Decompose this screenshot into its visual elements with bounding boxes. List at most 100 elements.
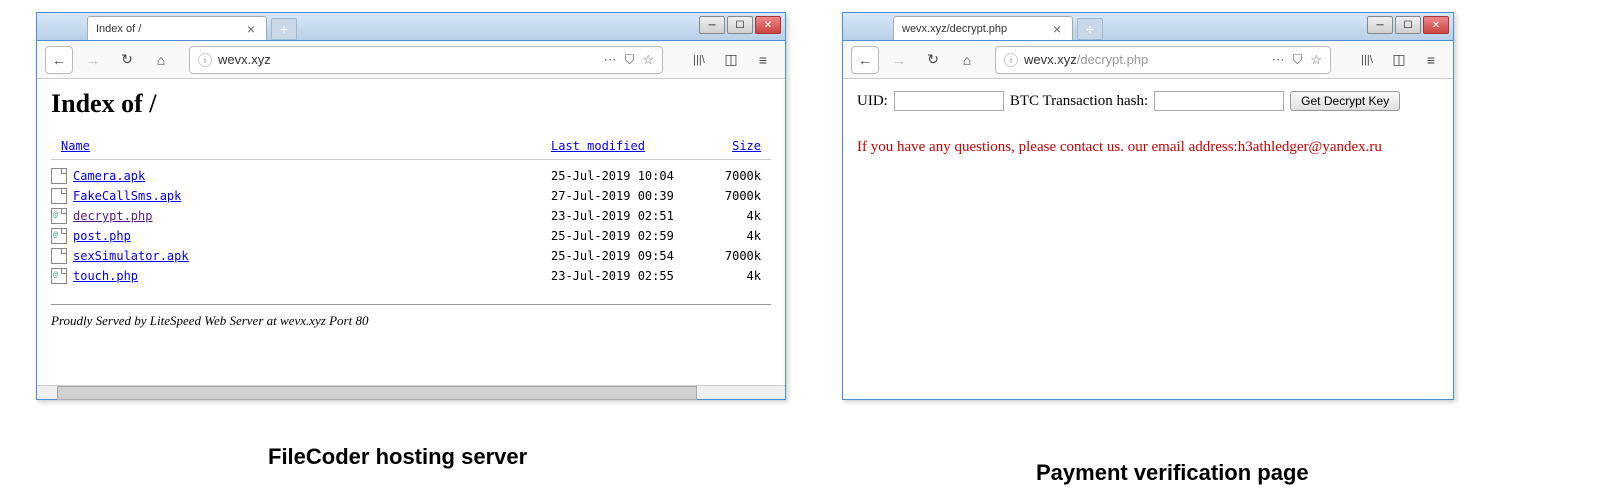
titlebar: wevx.xyz/decrypt.php × + ─ ☐ ✕ [843, 13, 1453, 41]
file-modified: 27-Jul-2019 00:39 [551, 189, 701, 203]
file-modified: 25-Jul-2019 09:54 [551, 249, 701, 263]
minimize-button[interactable]: ─ [1367, 16, 1393, 34]
file-size: 7000k [701, 249, 761, 263]
close-tab-icon[interactable]: × [244, 22, 258, 36]
file-link[interactable]: Camera.apk [73, 169, 145, 183]
directory-header: Name Last modified Size [51, 129, 771, 160]
file-size: 7000k [701, 189, 761, 203]
server-footer: Proudly Served by LiteSpeed Web Server a… [51, 313, 771, 329]
get-decrypt-key-button[interactable]: Get Decrypt Key [1290, 91, 1400, 111]
sort-name-link[interactable]: Name [61, 139, 90, 153]
close-window-button[interactable]: ✕ [1423, 16, 1449, 34]
titlebar: Index of / × + ─ ☐ ✕ [37, 13, 785, 41]
url-text: wevx.xyz [218, 52, 604, 67]
file-icon [51, 188, 67, 204]
new-tab-button[interactable]: + [271, 18, 297, 40]
tab-title: wevx.xyz/decrypt.php [902, 23, 1050, 35]
file-link[interactable]: post.php [73, 229, 131, 243]
site-info-icon[interactable]: i [198, 53, 212, 67]
btc-hash-input[interactable] [1154, 91, 1284, 111]
bookmark-icon[interactable]: ☆ [642, 52, 654, 68]
divider [51, 304, 771, 305]
url-text: wevx.xyz/decrypt.php [1024, 52, 1272, 67]
table-row: sexSimulator.apk 25-Jul-2019 09:547000k [51, 246, 761, 266]
library-icon[interactable]: |||\ [685, 46, 713, 74]
url-actions: ⋯ ⛉ ☆ [604, 52, 654, 68]
maximize-button[interactable]: ☐ [1395, 16, 1421, 34]
browser-toolbar: ← → ↻ ⌂ i wevx.xyz/decrypt.php ⋯ ⛉ ☆ |||… [843, 41, 1453, 79]
forward-button[interactable]: → [885, 46, 913, 74]
file-icon [51, 168, 67, 184]
page-heading: Index of / [51, 89, 771, 119]
browser-tab[interactable]: wevx.xyz/decrypt.php × [893, 16, 1073, 40]
file-icon [51, 248, 67, 264]
contact-message: If you have any questions, please contac… [857, 139, 1439, 156]
browser-tab[interactable]: Index of / × [87, 16, 267, 40]
back-button[interactable]: ← [45, 46, 73, 74]
caption-left: FileCoder hosting server [268, 444, 527, 470]
directory-listing: Camera.apk25-Jul-2019 10:047000kFakeCall… [51, 160, 771, 296]
menu-icon[interactable]: ≡ [1417, 46, 1445, 74]
file-size: 4k [701, 269, 761, 283]
sidebar-icon[interactable]: ◫ [717, 46, 745, 74]
reload-button[interactable]: ↻ [919, 46, 947, 74]
url-bar[interactable]: i wevx.xyz/decrypt.php ⋯ ⛉ ☆ [995, 46, 1331, 74]
window-controls: ─ ☐ ✕ [699, 16, 781, 34]
browser-toolbar: ← → ↻ ⌂ i wevx.xyz ⋯ ⛉ ☆ |||\ ◫ ≡ [37, 41, 785, 79]
home-button[interactable]: ⌂ [953, 46, 981, 74]
minimize-button[interactable]: ─ [699, 16, 725, 34]
uid-label: UID: [857, 93, 888, 110]
table-row: post.php 25-Jul-2019 02:594k [51, 226, 761, 246]
sort-modified-link[interactable]: Last modified [551, 139, 645, 153]
back-button[interactable]: ← [851, 46, 879, 74]
reader-icon[interactable]: ⛉ [1293, 52, 1303, 68]
page-actions-icon[interactable]: ⋯ [1272, 52, 1285, 68]
close-window-button[interactable]: ✕ [755, 16, 781, 34]
table-row: FakeCallSms.apk 27-Jul-2019 00:397000k [51, 186, 761, 206]
file-link[interactable]: sexSimulator.apk [73, 249, 189, 263]
file-icon [51, 268, 67, 284]
close-tab-icon[interactable]: × [1050, 22, 1064, 36]
file-link[interactable]: FakeCallSms.apk [73, 189, 181, 203]
home-button[interactable]: ⌂ [147, 46, 175, 74]
site-info-icon[interactable]: i [1004, 53, 1018, 67]
maximize-button[interactable]: ☐ [727, 16, 753, 34]
file-icon [51, 228, 67, 244]
file-size: 7000k [701, 169, 761, 183]
page-content: UID: BTC Transaction hash: Get Decrypt K… [843, 79, 1453, 385]
file-modified: 23-Jul-2019 02:51 [551, 209, 701, 223]
window-controls: ─ ☐ ✕ [1367, 16, 1449, 34]
file-modified: 23-Jul-2019 02:55 [551, 269, 701, 283]
sort-size-link[interactable]: Size [732, 139, 761, 153]
browser-window-hosting: Index of / × + ─ ☐ ✕ ← → ↻ ⌂ i wevx.xyz … [36, 12, 786, 400]
new-tab-button[interactable]: + [1077, 18, 1103, 40]
bookmark-icon[interactable]: ☆ [1310, 52, 1322, 68]
uid-input[interactable] [894, 91, 1004, 111]
browser-window-payment: wevx.xyz/decrypt.php × + ─ ☐ ✕ ← → ↻ ⌂ i… [842, 12, 1454, 400]
file-modified: 25-Jul-2019 10:04 [551, 169, 701, 183]
table-row: decrypt.php 23-Jul-2019 02:514k [51, 206, 761, 226]
menu-icon[interactable]: ≡ [749, 46, 777, 74]
reload-button[interactable]: ↻ [113, 46, 141, 74]
file-modified: 25-Jul-2019 02:59 [551, 229, 701, 243]
file-size: 4k [701, 209, 761, 223]
horizontal-scrollbar[interactable] [37, 385, 785, 399]
library-icon[interactable]: |||\ [1353, 46, 1381, 74]
page-actions-icon[interactable]: ⋯ [604, 52, 617, 68]
scroll-thumb[interactable] [57, 386, 697, 400]
forward-button[interactable]: → [79, 46, 107, 74]
file-link[interactable]: touch.php [73, 269, 138, 283]
sidebar-icon[interactable]: ◫ [1385, 46, 1413, 74]
file-link[interactable]: decrypt.php [73, 209, 152, 223]
page-content: Index of / Name Last modified Size Camer… [37, 79, 785, 385]
table-row: Camera.apk 25-Jul-2019 10:047000k [51, 166, 761, 186]
caption-right: Payment verification page [1036, 460, 1309, 486]
url-actions: ⋯ ⛉ ☆ [1272, 52, 1322, 68]
reader-icon[interactable]: ⛉ [625, 52, 635, 68]
file-icon [51, 208, 67, 224]
file-size: 4k [701, 229, 761, 243]
table-row: touch.php 23-Jul-2019 02:554k [51, 266, 761, 286]
tab-title: Index of / [96, 23, 244, 35]
url-bar[interactable]: i wevx.xyz ⋯ ⛉ ☆ [189, 46, 663, 74]
btc-label: BTC Transaction hash: [1010, 93, 1148, 110]
